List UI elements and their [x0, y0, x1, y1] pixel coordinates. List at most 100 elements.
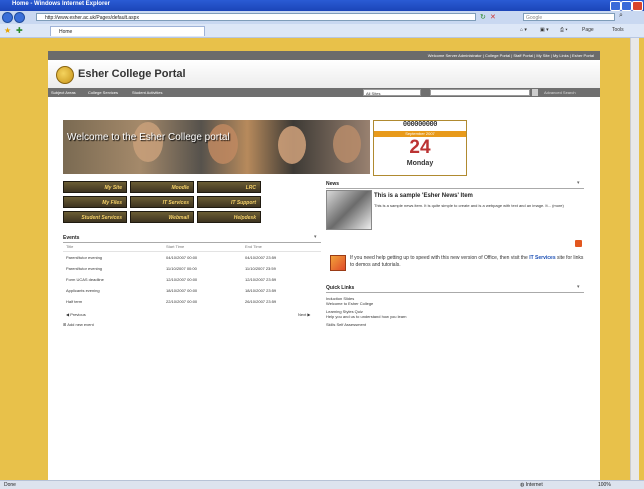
event-end: 26/10/2007 23:59: [245, 299, 277, 304]
event-title[interactable]: Form UCAS deadline: [66, 277, 104, 282]
events-menu-icon[interactable]: ▾: [314, 234, 317, 240]
welcome-text: Welcome to the Esher College portal: [67, 132, 230, 143]
feeds-icon[interactable]: ▣ ▾: [540, 27, 549, 33]
events-col-title[interactable]: Title: [66, 244, 73, 249]
left-frame: [0, 38, 48, 480]
quick-links-menu-icon[interactable]: ▾: [577, 284, 580, 290]
tab-label: Home: [59, 29, 73, 35]
moodle-button[interactable]: Moodle: [130, 181, 194, 193]
print-icon[interactable]: ⎙ ▾: [560, 27, 568, 33]
event-start: 04/10/2007 00:00: [166, 255, 198, 260]
calendar-day: 24: [409, 137, 431, 158]
favorites-star-icon[interactable]: ★: [4, 26, 11, 35]
address-input[interactable]: http://www.esher.ac.uk/Pages/default.asp…: [36, 13, 476, 21]
search-input[interactable]: Google: [523, 13, 615, 21]
events-divider: [63, 242, 321, 243]
event-title[interactable]: Half term: [66, 299, 82, 304]
event-end: 12/10/2007 23:59: [245, 277, 277, 282]
events-col-start[interactable]: Start Time: [166, 244, 184, 249]
portal-header: Esher College Portal: [48, 60, 600, 88]
previous-link[interactable]: ◀ Previous: [66, 312, 86, 317]
event-start: 11/10/2007 00:00: [166, 266, 197, 271]
close-button[interactable]: [632, 1, 643, 11]
add-favorite-icon[interactable]: ✚: [16, 26, 23, 35]
stop-icon[interactable]: ✕: [490, 13, 496, 21]
nav-student-activities[interactable]: Student Activities: [132, 88, 162, 97]
maximize-button[interactable]: [621, 1, 632, 11]
next-link[interactable]: Next ▶: [298, 312, 310, 317]
tools-menu[interactable]: Tools: [612, 27, 624, 33]
office-text-part: If you need help getting up to speed wit…: [350, 255, 530, 261]
next-arrow-icon: ▶: [306, 312, 311, 317]
news-item-title[interactable]: This is a sample 'Esher News' Item: [374, 193, 473, 199]
lrc-button[interactable]: LRC: [197, 181, 261, 193]
event-title[interactable]: Parent/tutor evening: [66, 266, 102, 271]
home-icon[interactable]: ⌂ ▾: [520, 27, 527, 33]
quick-link-description: Help you and us to understand how you le…: [326, 314, 407, 319]
news-item-image[interactable]: [326, 190, 372, 230]
helpdesk-button[interactable]: Helpdesk: [197, 211, 261, 223]
calendar-weekday: Monday: [406, 160, 434, 167]
vertical-scrollbar[interactable]: [630, 38, 639, 480]
address-toolbar: http://www.esher.ac.uk/Pages/default.asp…: [0, 11, 644, 25]
advanced-search-link[interactable]: Advanced Search: [544, 88, 576, 97]
refresh-icon[interactable]: ↻: [480, 13, 486, 21]
webmail-button[interactable]: Webmail: [130, 211, 194, 223]
portal-search-input[interactable]: [430, 89, 530, 96]
student-services-button[interactable]: Student Services: [63, 211, 127, 223]
portal-nav: Subject Areas College Services Student A…: [48, 88, 600, 97]
banner-photo: [208, 124, 238, 164]
it-services-button[interactable]: IT Services: [130, 196, 194, 208]
search-scope-select[interactable]: All Sites: [363, 89, 421, 96]
quick-link-description: Welcome to Esher College: [326, 301, 374, 306]
banner-photo: [278, 126, 306, 164]
my-files-button[interactable]: My Files: [63, 196, 127, 208]
banner-photo: [333, 125, 361, 163]
event-end: 04/10/2007 23:59: [245, 255, 277, 260]
event-start: 22/10/2007 00:00: [166, 299, 198, 304]
zone-label: Internet: [525, 482, 543, 488]
news-title[interactable]: News: [326, 181, 339, 187]
minimize-button[interactable]: [610, 1, 621, 11]
tab-home[interactable]: Home: [50, 26, 205, 36]
quick-link[interactable]: Skills Self Assessment: [326, 322, 366, 327]
quick-links-divider: [326, 292, 584, 293]
event-end: 11/10/2007 23:59: [245, 266, 276, 271]
office-help-text: If you need help getting up to speed wit…: [350, 255, 585, 269]
page-menu[interactable]: Page: [582, 27, 594, 33]
my-site-button[interactable]: My Site: [63, 181, 127, 193]
forward-button[interactable]: [14, 12, 25, 23]
next-label: Next: [298, 312, 307, 317]
event-start: 12/10/2007 00:00: [166, 277, 198, 282]
portal-search-go-button[interactable]: [532, 89, 538, 96]
nav-college-services[interactable]: College Services: [88, 88, 118, 97]
college-logo-icon: [56, 66, 74, 84]
window-title-bar: Home - Windows Internet Explorer: [0, 0, 644, 11]
event-start: 18/10/2007 00:00: [166, 288, 198, 293]
events-col-end[interactable]: End Time: [245, 244, 262, 249]
rss-icon[interactable]: [575, 240, 582, 247]
tab-toolbar: ★ ✚ Home ⌂ ▾ ▣ ▾ ⎙ ▾ Page Tools: [0, 24, 644, 38]
back-button[interactable]: [2, 12, 13, 23]
news-menu-icon[interactable]: ▾: [577, 180, 580, 186]
events-title[interactable]: Events: [63, 235, 79, 241]
window-title: Home - Windows Internet Explorer: [12, 1, 110, 7]
nav-subject-areas[interactable]: Subject Areas: [51, 88, 76, 97]
previous-label: Previous: [70, 312, 86, 317]
search-icon[interactable]: ⌕: [619, 12, 623, 20]
event-title[interactable]: Parent/tutor evening: [66, 255, 102, 260]
event-end: 18/10/2007 23:59: [245, 288, 277, 293]
portal-title[interactable]: Esher College Portal: [78, 68, 186, 80]
welcome-banner: Welcome to the Esher College portal: [63, 120, 370, 174]
add-new-event-label: Add new event: [67, 322, 94, 327]
it-services-link[interactable]: IT Services: [529, 255, 555, 261]
news-divider: [326, 188, 584, 189]
it-support-button[interactable]: IT Support: [197, 196, 261, 208]
event-title[interactable]: Applicants evening: [66, 288, 100, 293]
top-links-bar[interactable]: Welcome Server Administrator | College P…: [48, 51, 600, 60]
add-new-event-link[interactable]: ⊞ Add new event: [63, 322, 94, 327]
calendar-rings: 000000000: [402, 121, 438, 129]
quick-links-title[interactable]: Quick Links: [326, 285, 354, 291]
date-calendar: 000000000 September 2007 24 Monday: [373, 120, 467, 176]
events-header-divider: [63, 251, 321, 252]
